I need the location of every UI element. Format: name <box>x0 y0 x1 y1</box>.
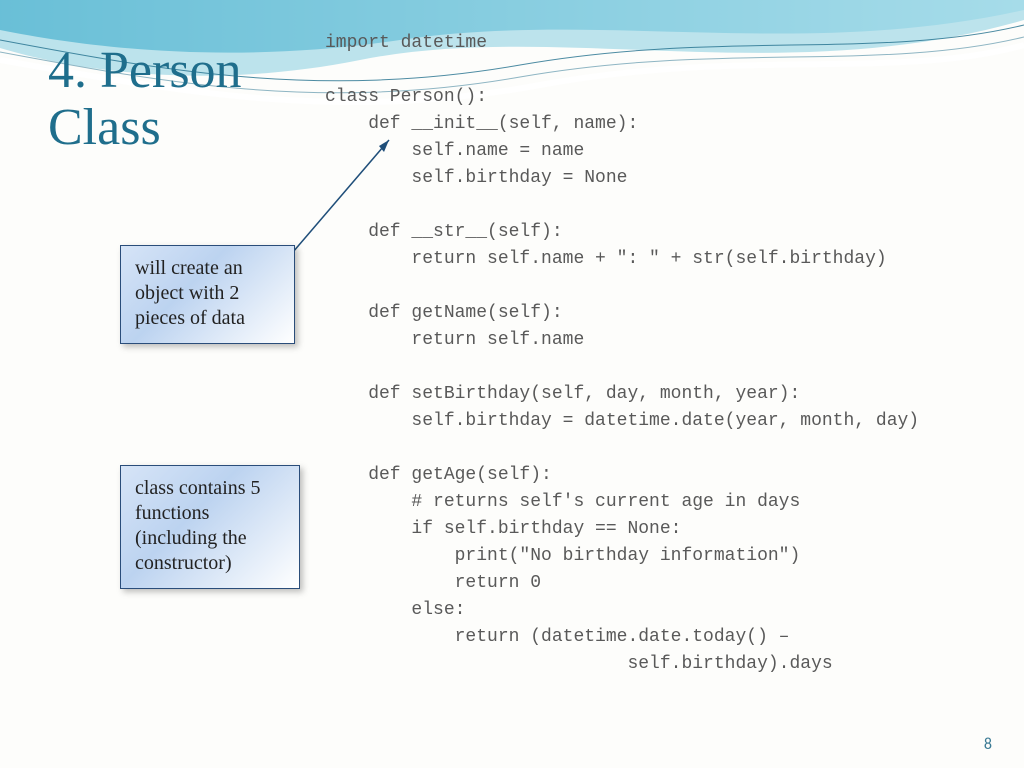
callout-create-object: will create an object with 2 pieces of d… <box>120 245 295 344</box>
slide-title: 4. Person Class <box>48 42 308 156</box>
title-line-1: 4. Person <box>48 42 242 99</box>
title-line-2: Class <box>48 99 161 156</box>
code-block: import datetime class Person(): def __in… <box>325 30 919 678</box>
callout-five-functions: class contains 5 functions (including th… <box>120 465 300 589</box>
page-number: 8 <box>984 735 992 754</box>
